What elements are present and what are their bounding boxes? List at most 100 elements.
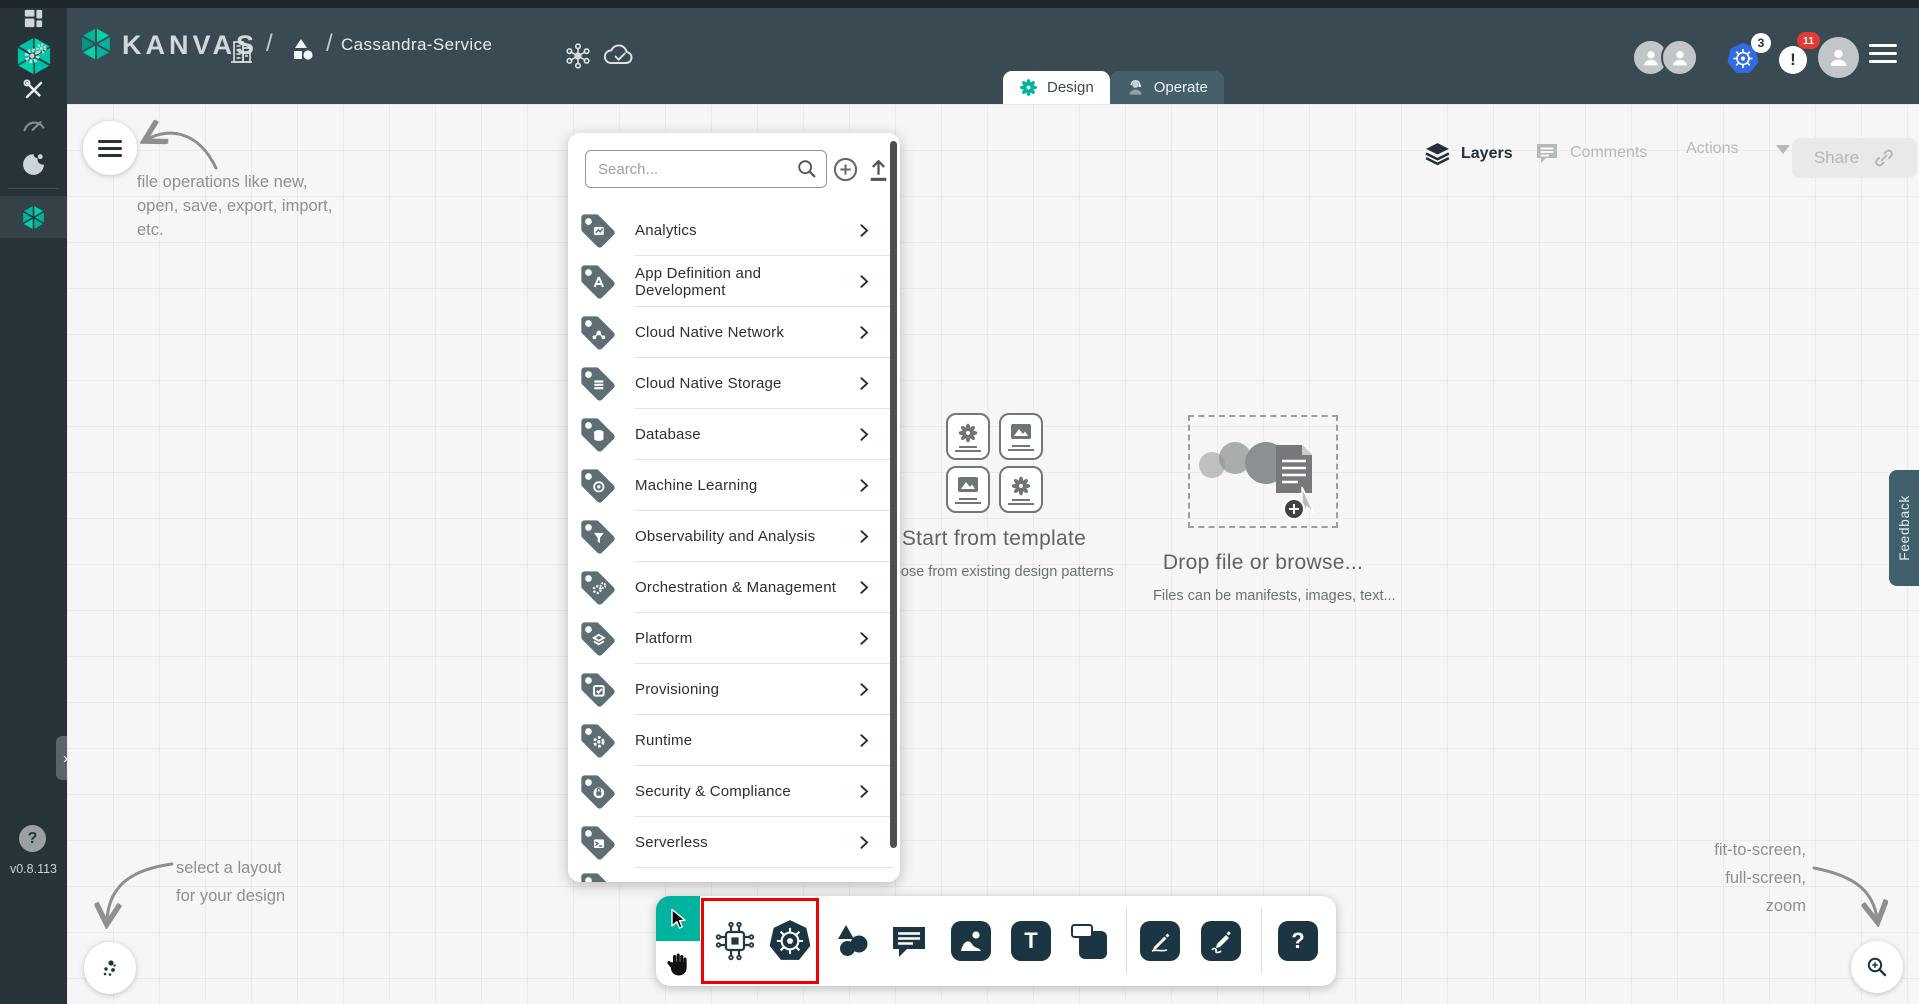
sidebar-item-dashboard[interactable] (0, 0, 67, 36)
layers-label: Layers (1461, 145, 1513, 163)
template-title[interactable]: Start from template (869, 527, 1119, 551)
sidebar-item-performance[interactable] (0, 106, 67, 142)
category-row-provisioning[interactable]: Provisioning (568, 664, 900, 715)
canvas-menu-button[interactable] (83, 121, 137, 175)
freehand-tool[interactable] (1201, 921, 1241, 961)
layout-select-button[interactable] (84, 942, 136, 994)
tab-design[interactable]: Design (1003, 71, 1110, 104)
collaborator-avatar[interactable] (1661, 39, 1698, 76)
note-tool[interactable] (1069, 921, 1109, 966)
search-input[interactable] (598, 161, 796, 178)
category-row-platform[interactable]: Platform (568, 613, 900, 664)
panel-scrollbar[interactable] (890, 141, 897, 848)
text-tool-glyph: T (1024, 928, 1037, 954)
designs-icon[interactable] (288, 37, 315, 63)
sidebar-divider (8, 188, 59, 189)
sidebar-item-catalog[interactable] (0, 146, 67, 182)
category-row-cloud-native-storage[interactable]: Cloud Native Storage (568, 358, 900, 409)
feedback-tab[interactable]: Feedback (1889, 470, 1919, 586)
catalog-cookie-icon (21, 152, 46, 177)
chevron-right-icon (855, 783, 872, 800)
sidebar-item-toolbox[interactable] (0, 72, 67, 108)
shapes-icon (832, 921, 872, 961)
pattern-pinwheel-icon (1010, 475, 1032, 497)
share-button[interactable]: Share (1792, 138, 1917, 178)
category-row-machine-learning[interactable]: Machine Learning (568, 460, 900, 511)
app-version: v0.8.113 (0, 862, 67, 876)
start-from-template-zone[interactable]: Start from template Choose from existing… (869, 413, 1119, 580)
actions-label: Actions (1686, 140, 1738, 158)
actions-dropdown[interactable]: Actions (1686, 140, 1790, 158)
category-row-cloud-native-network[interactable]: Cloud Native Network (568, 307, 900, 358)
layers-toggle[interactable]: Layers (1424, 140, 1513, 167)
hamburger-icon (98, 136, 122, 161)
template-cards-illustration (946, 413, 1043, 513)
kubernetes-tool[interactable] (767, 918, 813, 969)
category-row-security[interactable]: Security & Compliance (568, 766, 900, 817)
sidebar-item-settings[interactable] (0, 36, 67, 72)
cursor-icon (666, 907, 690, 931)
comment-icon (889, 921, 929, 961)
pan-tool[interactable] (656, 941, 700, 986)
chevron-right-icon (855, 732, 872, 749)
mode-tabs: Design Operate (1003, 71, 1224, 104)
comments-label: Comments (1570, 144, 1647, 162)
select-tool-active[interactable] (656, 896, 700, 941)
toolbar-divider (1126, 908, 1127, 974)
pen-tool[interactable] (1140, 921, 1180, 961)
tag-icon (578, 670, 618, 710)
chevron-right-icon (855, 375, 872, 392)
comment-tool[interactable] (889, 921, 929, 966)
mesh-icon[interactable] (563, 41, 593, 71)
tab-operate[interactable]: Operate (1110, 71, 1224, 104)
upload-icon[interactable] (866, 156, 891, 183)
tag-icon (578, 466, 618, 506)
category-row-analytics[interactable]: Analytics (568, 205, 900, 256)
k8s-context-count-badge: 3 (1751, 33, 1771, 53)
kanvas-app: KANVAS / / Cassandra-Service (0, 0, 1919, 1004)
category-row-observability[interactable]: Observability and Analysis (568, 511, 900, 562)
category-row-database[interactable]: Database (568, 409, 900, 460)
category-row-serverless[interactable]: Serverless (568, 817, 900, 868)
pattern-pinwheel-icon (957, 422, 979, 444)
chevron-right-icon (855, 579, 872, 596)
category-row-orchestration[interactable]: Orchestration & Management (568, 562, 900, 613)
category-row-app-definition[interactable]: App Definition and Development (568, 256, 900, 307)
drop-target-illustration[interactable] (1188, 415, 1338, 528)
drop-file-zone[interactable]: Drop file or browse... Files can be mani… (1153, 413, 1373, 604)
tag-icon (578, 313, 618, 353)
drop-file-icon (1190, 417, 1336, 526)
chevron-right-icon (855, 273, 872, 290)
tag-icon (578, 870, 618, 882)
header-menu-icon[interactable] (1869, 44, 1897, 68)
drop-title[interactable]: Drop file or browse... (1153, 551, 1373, 575)
text-tool[interactable]: T (1011, 921, 1051, 961)
tag-icon (578, 517, 618, 557)
organization-icon[interactable] (228, 37, 254, 64)
annotation-file-operations: file operations like new, open, save, ex… (137, 170, 332, 242)
design-name[interactable]: Cassandra-Service (341, 35, 492, 55)
magnifier-plus-icon (1865, 955, 1889, 979)
tag-icon (578, 415, 618, 455)
help-tool[interactable]: ? (1278, 921, 1318, 961)
kanvas-logo-icon (78, 26, 114, 62)
tag-icon (578, 211, 618, 251)
zoom-controls-button[interactable] (1851, 941, 1903, 993)
help-button[interactable]: ? (19, 825, 46, 852)
component-shape-tool[interactable] (713, 919, 757, 968)
cloud-sync-icon[interactable] (602, 42, 636, 69)
comments-toggle[interactable]: Comments (1534, 140, 1647, 166)
user-avatar[interactable] (1818, 37, 1859, 78)
image-tool[interactable] (951, 921, 991, 961)
gauge-icon (21, 113, 46, 135)
category-row-runtime[interactable]: Runtime (568, 715, 900, 766)
component-search[interactable] (585, 150, 827, 188)
annotation-select-layout: select a layout for your design (176, 854, 285, 910)
tab-operate-label: Operate (1154, 79, 1208, 96)
sidebar-item-kanvas-active[interactable] (0, 196, 67, 238)
chevron-right-icon (855, 528, 872, 545)
notification-bell-icon[interactable]: ! (1779, 46, 1807, 74)
add-component-icon[interactable] (832, 156, 859, 183)
pen-icon (1147, 928, 1173, 954)
shapes-tool[interactable] (832, 921, 872, 966)
